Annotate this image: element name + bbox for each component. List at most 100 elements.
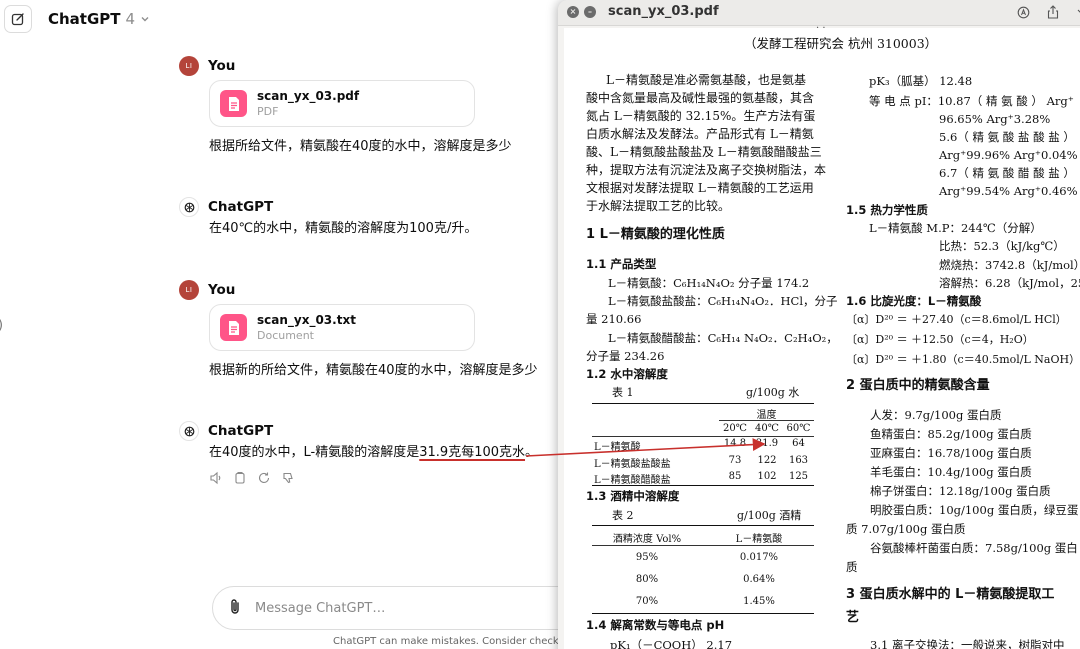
pdf-text-line: 亚麻蛋白：16.78/100g 蛋白质 <box>870 446 1032 460</box>
table-rule <box>592 613 814 614</box>
table-cell: 125 <box>788 471 809 482</box>
pdf-text-line: 人发：9.7g/100g 蛋白质 <box>870 408 1002 422</box>
table-unit: g/100g 酒精 <box>737 509 802 522</box>
table-unit: g/100g 水 <box>746 386 800 399</box>
section-heading: 1.5 热力学性质 <box>846 203 928 217</box>
markup-icon[interactable] <box>1015 4 1031 20</box>
share-icon[interactable] <box>1045 4 1061 20</box>
pdf-preview-window: × – scan_yx_03.pdf · · （发酵工程研究会 杭州 31000… <box>558 0 1080 649</box>
intro-line: 于水解法提取工艺的比较。 <box>586 199 731 213</box>
pdf-text-line: 羊毛蛋白：10.4g/100g 蛋白质 <box>870 465 1032 479</box>
table-col-header: L－精氨酸 <box>735 534 783 545</box>
attach-paperclip-icon[interactable] <box>229 598 241 619</box>
pdf-text-line: 〔α〕D²⁰ ＝ ＋1.80（c＝40.5mol/L NaOH） <box>846 353 1080 366</box>
user-message-2: LI You scan_yx_03.txt Document 根据新的所给文件，… <box>179 280 559 381</box>
highlighted-answer: 31.9克每100克水 <box>419 445 526 460</box>
table-col-header: 20℃ <box>723 423 747 434</box>
file-name: scan_yx_03.pdf <box>257 89 360 103</box>
table-cell: 73 <box>728 455 742 466</box>
pdf-text-line: 棉子饼蛋白：12.18g/100g 蛋白质 <box>870 484 1051 498</box>
intro-line: 文根据对发酵法提取 L－精氨酸的工艺运用 <box>586 181 814 195</box>
pdf-page: · · （发酵工程研究会 杭州 310003） L－精氨酸是准必需氨基酸，也是氨… <box>564 23 1080 649</box>
section-heading: 2 蛋白质中的精氨酸含量 <box>846 378 990 393</box>
section-heading: 3 蛋白质水解中的 L－精氨酸提取工 <box>846 587 1055 602</box>
close-icon[interactable]: × <box>567 6 579 18</box>
table-cell: 1.45% <box>743 596 775 607</box>
pdf-text-line: 燃烧热：3742.8（kJ/mol） <box>939 258 1080 272</box>
table-rule <box>592 485 814 486</box>
table-row-name: L－精氨酸醋酸盐 <box>594 475 671 486</box>
message-composer <box>212 586 592 630</box>
file-name: scan_yx_03.txt <box>257 313 356 327</box>
intro-line: 氮占 L－精氨酸的 32.15%。生产方法有蛋 <box>586 109 816 123</box>
table-row-name: L－精氨酸 <box>594 442 641 453</box>
section-heading: 1.3 酒精中溶解度 <box>586 489 680 503</box>
intro-line: 种，提取方法有沉淀法及离子交换树脂法，本 <box>586 163 827 177</box>
new-chat-button[interactable] <box>4 5 32 33</box>
table-cell: 102 <box>757 471 777 482</box>
table-cell: 85 <box>728 471 742 482</box>
model-name: ChatGPT <box>48 10 121 28</box>
avatar: LI <box>179 56 199 76</box>
pdf-text-line: 〔α〕D²⁰ ＝ ＋27.40（c＝8.6mol/L HCl） <box>846 313 1067 326</box>
document-icon <box>220 314 247 341</box>
read-aloud-icon[interactable] <box>209 471 223 485</box>
intro-line: 酸、L－精氨酸盐酸盐及 L－精氨酸醋酸盐三 <box>586 145 822 159</box>
section-heading: 1.1 产品类型 <box>586 257 657 271</box>
sidebar-edge-glyph: ) <box>0 318 3 333</box>
pdf-text-line: pK₃（胍基） 12.48 <box>869 74 973 88</box>
more-icon[interactable] <box>1074 4 1080 20</box>
pdf-window-title: scan_yx_03.pdf <box>608 4 719 19</box>
pdf-text-line: 明胶蛋白质：10g/100g 蛋白质，绿豆蛋白 <box>870 503 1080 517</box>
section-heading: 1.6 比旋光度：L－精氨酸 <box>846 294 982 308</box>
document-icon <box>220 90 247 117</box>
pdf-text-line: 溶解热：6.28（kJ/mol，25℃） <box>939 276 1080 290</box>
table-group-header: 温度 <box>756 410 777 421</box>
file-type: PDF <box>257 105 279 118</box>
table-cell: 0.64% <box>743 574 775 585</box>
table-cell: 64 <box>792 438 805 449</box>
openai-logo-icon <box>179 421 199 441</box>
table-cell: 70% <box>635 596 659 607</box>
assistant-message-1: ChatGPT 在40℃的水中，精氨酸的溶解度为100克/升。 <box>179 197 559 239</box>
file-attachment[interactable]: scan_yx_03.txt Document <box>209 304 475 351</box>
pdf-text-line: Arg⁺99.96% Arg⁺0.04% <box>939 148 1078 162</box>
table-rule <box>592 403 814 404</box>
minimize-icon[interactable]: – <box>584 6 596 18</box>
pdf-text-line: 分子量 234.26 <box>586 349 665 363</box>
table-cell: 80% <box>635 574 659 585</box>
table-cell-highlighted: 31.9 <box>755 438 779 449</box>
section-heading: 艺 <box>846 610 860 625</box>
pdf-text-line: L－精氨酸醋酸盐：C₆H₁₄ N₄O₂．C₂H₄O₂， <box>608 331 838 345</box>
section-heading: 1.4 解离常数与等电点 pH <box>586 618 725 632</box>
pdf-text-line: L－精氨酸 M.P：244℃（分解） <box>869 221 1042 235</box>
model-selector[interactable]: ChatGPT 4 <box>48 10 150 28</box>
pdf-text-line: 3.1 离子交换法：一般说来，树脂对中 <box>870 638 1065 649</box>
table-cell: 0.017% <box>739 552 779 563</box>
user-message-1: LI You scan_yx_03.pdf PDF 根据所给文件，精氨酸在40度… <box>179 56 559 157</box>
pdf-text-line: 96.65% Arg⁺3.28% <box>939 112 1051 126</box>
table-rule <box>592 525 814 526</box>
chevron-down-icon <box>141 17 149 22</box>
pdf-text-line: 质 7.07g/100g 蛋白质 <box>846 522 966 536</box>
regenerate-icon[interactable] <box>257 471 271 485</box>
copy-icon[interactable] <box>233 471 247 485</box>
message-input[interactable] <box>255 600 505 616</box>
message-text: 根据新的所给文件，精氨酸在40度的水中，溶解度是多少 <box>209 363 538 378</box>
message-actions <box>209 471 559 485</box>
pdf-text-line: L－精氨酸：C₆H₁₄N₄O₂ 分子量 174.2 <box>608 276 810 290</box>
message-text: 在40度的水中，L-精氨酸的溶解度是31.9克每100克水。 <box>209 443 559 463</box>
message-text: 根据所给文件，精氨酸在40度的水中，溶解度是多少 <box>209 139 512 154</box>
pdf-text-line: 比热：52.3（kJ/kg℃） <box>939 239 1065 253</box>
pdf-text-line: pK₁（－COOH） 2.17 <box>610 638 733 649</box>
section-heading: 1.2 水中溶解度 <box>586 367 668 381</box>
answer-prefix: 在40度的水中，L-精氨酸的溶解度是 <box>209 445 420 460</box>
table-cell: 95% <box>635 552 659 563</box>
thumbs-down-icon[interactable] <box>281 471 295 485</box>
pdf-text-line: 质 <box>846 560 858 574</box>
section-heading: 1 L－精氨酸的理化性质 <box>586 227 725 242</box>
pdf-text-line: 5.6（ 精 氨 酸 盐 酸 盐 ） <box>939 130 1075 144</box>
app-root: ChatGPT 4 ) LI You scan_yx_03.pdf PDF 根据… <box>0 0 1080 649</box>
pdf-text-line: 6.7（ 精 氨 酸 醋 酸 盐 ） <box>939 166 1075 180</box>
file-attachment[interactable]: scan_yx_03.pdf PDF <box>209 80 475 127</box>
